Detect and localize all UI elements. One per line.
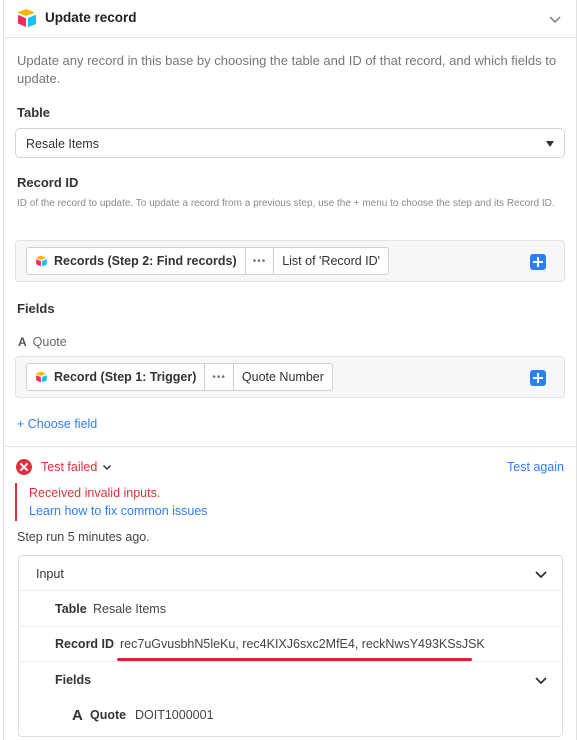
airtable-logo-icon — [35, 255, 47, 267]
input-fields-row[interactable]: Fields — [19, 662, 562, 698]
token-source-label: Records (Step 2: Find records) — [54, 254, 237, 268]
token-more-icon[interactable]: ••• — [205, 364, 234, 390]
input-table-value: Resale Items — [93, 602, 166, 616]
token-field: List of 'Record ID' — [282, 254, 381, 268]
record-id-help: ID of the record to update. To update a … — [17, 198, 555, 209]
table-label: Table — [17, 105, 50, 120]
add-token-plus-icon[interactable] — [530, 254, 546, 270]
input-record-row: Record ID rec7uGvusbhN5leKu, rec4KIXJ6sx… — [19, 627, 562, 662]
help-link[interactable]: Learn how to fix common issues — [29, 504, 208, 518]
airtable-logo-icon — [35, 371, 47, 383]
airtable-logo-icon — [17, 9, 36, 28]
input-record-label: Record ID — [55, 637, 115, 651]
chevron-down-icon[interactable] — [533, 566, 549, 582]
input-panel: Input Table Resale Items Record ID rec7u… — [18, 555, 563, 737]
test-status: Test failed — [41, 460, 98, 474]
token-field: Quote Number — [241, 370, 324, 384]
step-run-time: Step run 5 minutes ago. — [17, 530, 150, 544]
field-name: Quote — [32, 335, 67, 349]
chevron-down-icon — [103, 464, 112, 471]
table-select-value: Resale Items — [26, 137, 99, 151]
error-message: Received invalid inputs. — [29, 486, 161, 500]
record-id-token[interactable]: Records (Step 2: Find records) ••• List … — [26, 247, 390, 275]
dropdown-arrow-icon — [546, 141, 554, 147]
input-fields-label: Fields — [55, 673, 92, 687]
text-field-type-icon: A — [72, 707, 83, 724]
input-header[interactable]: Input — [19, 556, 562, 591]
choose-field-link[interactable]: + Choose field — [17, 417, 97, 431]
table-select[interactable]: Resale Items — [15, 128, 565, 158]
input-record-value: rec7uGvusbhN5leKu, rec4KIXJ6sxc2MfE4, re… — [120, 637, 485, 651]
chevron-down-icon[interactable] — [533, 672, 549, 688]
text-field-type-icon: A — [18, 335, 27, 349]
field-quote-label: A Quote — [18, 335, 67, 349]
input-title: Input — [36, 567, 64, 581]
token-source-label: Record (Step 1: Trigger) — [54, 370, 197, 384]
fields-label: Fields — [17, 301, 55, 316]
record-id-label: Record ID — [17, 175, 79, 190]
token-more-icon[interactable]: ••• — [246, 248, 275, 274]
token-source: Record (Step 1: Trigger) — [27, 364, 206, 390]
test-status-toggle[interactable]: Test failed — [41, 460, 113, 474]
input-field-quote-row: A Quote DOIT1000001 — [19, 698, 562, 734]
input-table-row: Table Resale Items — [19, 591, 562, 627]
collapse-chevron-icon[interactable] — [547, 11, 563, 27]
step-header[interactable]: Update record — [4, 0, 576, 38]
record-id-input[interactable]: Records (Step 2: Find records) ••• List … — [15, 240, 565, 282]
add-token-plus-icon[interactable] — [530, 370, 546, 386]
section-divider — [4, 446, 576, 447]
highlight-underline — [117, 658, 472, 661]
token-source: Records (Step 2: Find records) — [27, 248, 246, 274]
update-record-panel: Update record Update any record in this … — [3, 0, 577, 740]
error-message-block: Received invalid inputs. Learn how to fi… — [15, 483, 315, 521]
quote-token[interactable]: Record (Step 1: Trigger) ••• Quote Numbe… — [26, 363, 333, 391]
error-x-icon — [16, 459, 32, 475]
step-title: Update record — [45, 10, 137, 25]
quote-field-input[interactable]: Record (Step 1: Trigger) ••• Quote Numbe… — [15, 356, 565, 398]
input-field-value: DOIT1000001 — [135, 708, 214, 722]
step-description: Update any record in this base by choosi… — [17, 53, 557, 86]
input-field-name: Quote — [90, 708, 127, 722]
test-again-button[interactable]: Test again — [507, 460, 564, 474]
input-table-label: Table — [55, 602, 87, 616]
